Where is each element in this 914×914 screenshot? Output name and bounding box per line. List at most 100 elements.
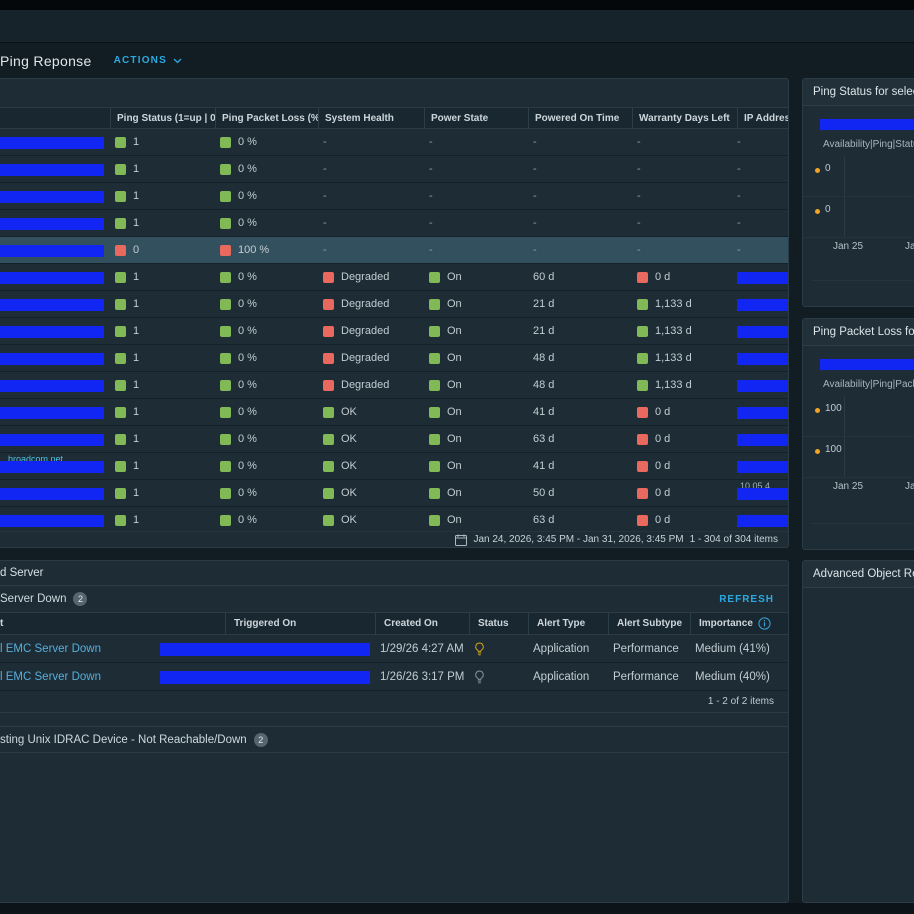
redacted-server-name xyxy=(0,218,104,230)
power-state-value: On xyxy=(447,433,462,445)
lightbulb-icon xyxy=(474,642,485,656)
server-row[interactable]: 1 0 % - - - - - xyxy=(0,129,788,156)
status-badge xyxy=(115,353,126,364)
top-chrome-bar xyxy=(0,0,914,10)
server-row[interactable]: 1 0 % - - - - - xyxy=(0,183,788,210)
status-badge xyxy=(220,272,231,283)
alert-link[interactable]: l EMC Server Down xyxy=(0,671,101,683)
column-header[interactable]: IP Address xyxy=(737,108,788,128)
redacted-server-name xyxy=(0,515,104,527)
status-badge xyxy=(429,461,440,472)
alert-group-server-down[interactable]: Server Down 2 REFRESH xyxy=(0,586,788,613)
column-header[interactable] xyxy=(0,108,110,128)
power-state-value: On xyxy=(447,379,462,391)
column-header[interactable]: Status xyxy=(469,613,528,634)
redacted-server-name xyxy=(0,191,104,203)
alert-row[interactable]: l EMC Server Down 1/29/26 4:27 AM Applic… xyxy=(0,635,788,663)
redacted-server-name xyxy=(0,326,104,338)
column-header[interactable]: Power State xyxy=(424,108,528,128)
column-header[interactable]: System Health xyxy=(318,108,424,128)
status-badge xyxy=(637,461,648,472)
column-header[interactable]: Alert Subtype xyxy=(608,613,690,634)
packet-loss-value: 100 % xyxy=(238,244,269,256)
x-axis: Jan 25Ja xyxy=(803,238,914,253)
alerts-panel-title: d Server xyxy=(0,561,788,586)
alert-type-value: Application xyxy=(533,643,589,655)
server-row[interactable]: 1 0 % Degraded On 21 d 1,133 d xyxy=(0,291,788,318)
packet-loss-value: 0 % xyxy=(238,163,257,175)
server-row[interactable]: 1 0 % OK On 50 d 0 d 10.05.4 xyxy=(0,480,788,507)
alert-link[interactable]: l EMC Server Down xyxy=(0,643,101,655)
warranty-value: 1,133 d xyxy=(655,379,692,391)
metric-series-row: 0 xyxy=(803,156,914,197)
server-row[interactable]: 1 0 % Degraded On 21 d 1,133 d xyxy=(0,318,788,345)
alert-group-label: sting Unix IDRAC Device - Not Reachable/… xyxy=(0,734,247,746)
server-table-header: Ping Status (1=up | 0=do...Ping Packet L… xyxy=(0,107,788,129)
metric-series-row: 100 xyxy=(803,437,914,478)
system-health-value: Degraded xyxy=(341,271,389,283)
ping-status-value: 1 xyxy=(133,325,139,337)
powered-on-value: - xyxy=(533,217,537,229)
date-range: Jan 24, 2026, 3:45 PM - Jan 31, 2026, 3:… xyxy=(473,534,683,545)
warranty-value: 1,133 d xyxy=(655,325,692,337)
refresh-button[interactable]: REFRESH xyxy=(719,594,774,605)
column-header[interactable]: Warranty Days Left xyxy=(632,108,737,128)
server-row[interactable]: 1 0 % Degraded On 60 d 0 d xyxy=(0,264,788,291)
server-table-toolbar xyxy=(0,79,788,107)
ping-status-panel: Ping Status for selecte Availability|Pin… xyxy=(802,78,914,307)
alert-group-idrac[interactable]: sting Unix IDRAC Device - Not Reachable/… xyxy=(0,726,788,753)
server-row[interactable]: 1 0 % OK On 63 d 0 d xyxy=(0,426,788,453)
column-header[interactable]: Powered On Time xyxy=(528,108,632,128)
system-health-value: - xyxy=(323,136,327,148)
packet-loss-value: 0 % xyxy=(238,379,257,391)
redacted-ip xyxy=(737,380,788,392)
server-row[interactable]: 1 0 % - - - - - xyxy=(0,210,788,237)
column-header[interactable]: t xyxy=(0,613,225,634)
server-row[interactable]: 0 100 % - - - - - xyxy=(0,237,788,264)
metric-series-row: 100 xyxy=(803,396,914,437)
server-row[interactable]: 1 0 % OK On 41 d 0 d xyxy=(0,399,788,426)
status-badge xyxy=(323,272,334,283)
column-header[interactable]: Ping Status (1=up | 0=do... xyxy=(110,108,215,128)
server-row[interactable]: 1 0 % Degraded On 48 d 1,133 d xyxy=(0,372,788,399)
importance-value: Medium (40%) xyxy=(695,671,770,683)
actions-menu-button[interactable]: ACTIONS xyxy=(114,55,182,66)
redacted-ip xyxy=(737,353,788,365)
status-badge xyxy=(220,434,231,445)
system-health-value: - xyxy=(323,217,327,229)
column-header[interactable]: Alert Type xyxy=(528,613,608,634)
server-row[interactable]: 1 0 % OK On 63 d 0 d xyxy=(0,507,788,534)
powered-on-value: 41 d xyxy=(533,406,554,418)
power-state-value: - xyxy=(429,217,433,229)
status-badge xyxy=(429,299,440,310)
column-header[interactable]: Ping Packet Loss (%) xyxy=(215,108,318,128)
status-badge xyxy=(220,515,231,526)
created-on-value: 1/29/26 4:27 AM xyxy=(380,643,464,655)
system-health-value: Degraded xyxy=(341,379,389,391)
ping-status-value: 0 xyxy=(133,244,139,256)
server-row[interactable]: 1 0 % Degraded On 48 d 1,133 d xyxy=(0,345,788,372)
page-title: Ping Reponse xyxy=(0,53,92,69)
warranty-value: 0 d xyxy=(655,514,670,526)
series-value: 0 xyxy=(825,204,831,215)
column-header[interactable]: Importance xyxy=(690,613,788,634)
status-badge xyxy=(115,218,126,229)
column-header[interactable]: Created On xyxy=(375,613,469,634)
ping-status-value: 1 xyxy=(133,298,139,310)
x-tick-label: Ja xyxy=(905,481,914,492)
redacted-server-name xyxy=(0,164,104,176)
status-badge xyxy=(323,380,334,391)
alert-row[interactable]: l EMC Server Down 1/26/26 3:17 PM Applic… xyxy=(0,663,788,691)
status-badge xyxy=(637,515,648,526)
powered-on-value: 63 d xyxy=(533,514,554,526)
packet-loss-value: 0 % xyxy=(238,325,257,337)
column-header[interactable]: Triggered On xyxy=(225,613,375,634)
status-badge xyxy=(115,407,126,418)
powered-on-value: - xyxy=(533,244,537,256)
status-badge xyxy=(429,272,440,283)
server-row[interactable]: 1 0 % - - - - - xyxy=(0,156,788,183)
created-on-value: 1/26/26 3:17 PM xyxy=(380,671,464,683)
mini-chart-rows: 100100 xyxy=(803,396,914,478)
system-health-value: - xyxy=(323,190,327,202)
server-row[interactable]: broadcom.net 1 0 % OK On 41 d 0 d xyxy=(0,453,788,480)
